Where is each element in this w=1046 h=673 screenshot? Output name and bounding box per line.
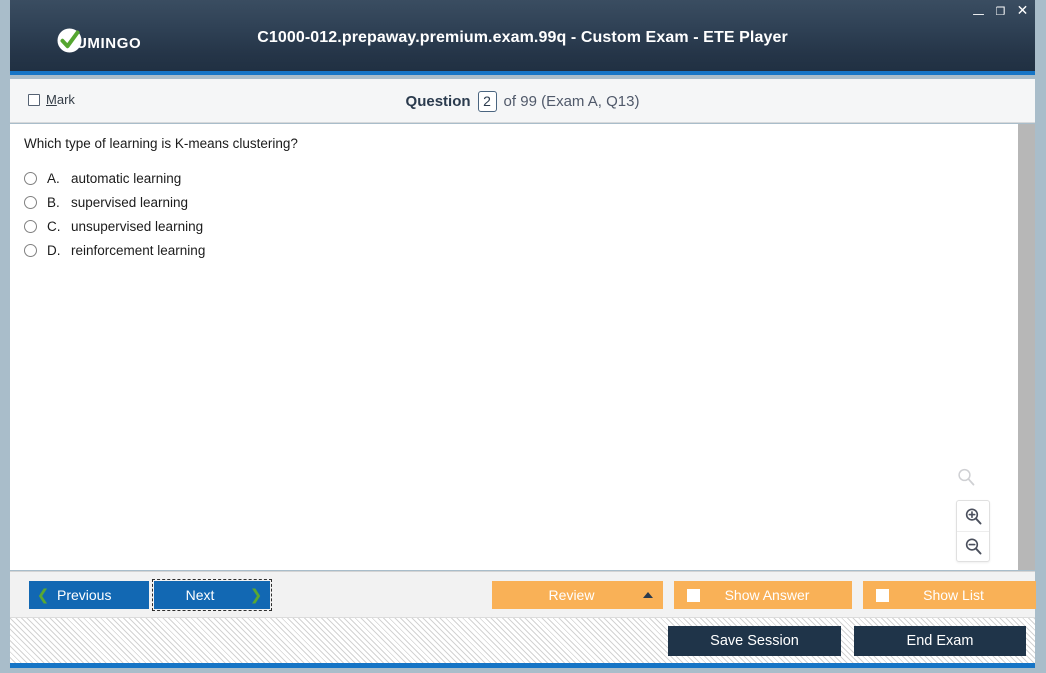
content-scrollbar[interactable] [1018, 124, 1035, 570]
radio-icon-c[interactable] [24, 219, 37, 233]
answer-letter-a: A. [47, 170, 60, 186]
app-window: — ❐ ✕ UMINGO C1000-012.prepaway.premium.… [0, 0, 1046, 673]
radio-icon-d[interactable] [24, 243, 37, 257]
magnifier-icon[interactable] [956, 467, 976, 492]
show-list-button-label: Show List [923, 587, 984, 603]
answer-text-d: reinforcement learning [71, 242, 206, 258]
end-exam-button[interactable]: End Exam [854, 626, 1026, 656]
window-title: C1000-012.prepaway.premium.exam.99q - Cu… [257, 29, 788, 46]
question-header-bar: Mark Question 2 of 99 (Exam A, Q13) [10, 79, 1035, 123]
chevron-right-icon: ❯ [249, 586, 263, 604]
question-counter: Question 2 of 99 (Exam A, Q13) [10, 91, 1035, 112]
question-content-area: Which type of learning is K-means cluste… [10, 124, 1018, 570]
answer-text-b: supervised learning [71, 194, 189, 210]
previous-button-label: Previous [57, 587, 112, 603]
next-button[interactable]: Next ❯ [152, 579, 272, 611]
zoom-out-button[interactable] [957, 531, 989, 561]
answer-option-c[interactable]: C. unsupervised learning [24, 214, 205, 238]
review-button-label: Review [548, 587, 595, 603]
square-checkbox-icon [674, 588, 712, 602]
answer-option-a[interactable]: A. automatic learning [24, 166, 205, 190]
answer-text-a: automatic learning [71, 170, 182, 186]
chevron-up-icon [633, 592, 663, 598]
zoom-control-panel [956, 500, 990, 562]
footer-bar: Save Session End Exam [10, 617, 1035, 668]
chevron-left-icon: ❮ [36, 586, 50, 604]
question-word-label: Question [405, 93, 471, 110]
magnifier-minus-icon [965, 538, 981, 555]
answer-option-d[interactable]: D. reinforcement learning [24, 238, 205, 262]
answer-letter-b: B. [47, 194, 60, 210]
previous-button[interactable]: ❮ Previous [29, 581, 149, 609]
magnifier-plus-icon [965, 507, 981, 524]
show-answer-button[interactable]: Show Answer [674, 581, 852, 609]
close-icon[interactable]: ✕ [1016, 4, 1029, 18]
answer-letter-d: D. [47, 242, 61, 258]
answer-options-list: A. automatic learning B. supervised lear… [24, 166, 205, 262]
question-total-label: of 99 (Exam A, Q13) [503, 93, 640, 110]
square-list-icon [863, 588, 901, 602]
save-session-button[interactable]: Save Session [668, 626, 841, 656]
maximize-icon[interactable]: ❐ [994, 5, 1007, 18]
radio-icon-a[interactable] [24, 171, 37, 185]
show-answer-button-label: Show Answer [724, 587, 810, 603]
answer-letter-c: C. [47, 218, 61, 234]
title-bar: — ❐ ✕ UMINGO C1000-012.prepaway.premium.… [10, 0, 1035, 75]
answer-option-b[interactable]: B. supervised learning [24, 190, 205, 214]
zoom-in-button[interactable] [957, 501, 989, 531]
show-list-button[interactable]: Show List [863, 581, 1036, 609]
review-button[interactable]: Review [492, 581, 663, 609]
radio-icon-b[interactable] [24, 195, 37, 209]
navigation-toolbar: ❮ Previous Next ❯ Review Show Answer Sho… [10, 571, 1036, 617]
window-controls: — ❐ ✕ [972, 2, 1029, 21]
answer-text-c: unsupervised learning [71, 218, 204, 234]
question-stem: Which type of learning is K-means cluste… [24, 136, 298, 151]
minimize-icon[interactable]: — [972, 7, 985, 21]
next-button-label: Next [185, 587, 215, 603]
question-number-input[interactable]: 2 [477, 91, 497, 112]
